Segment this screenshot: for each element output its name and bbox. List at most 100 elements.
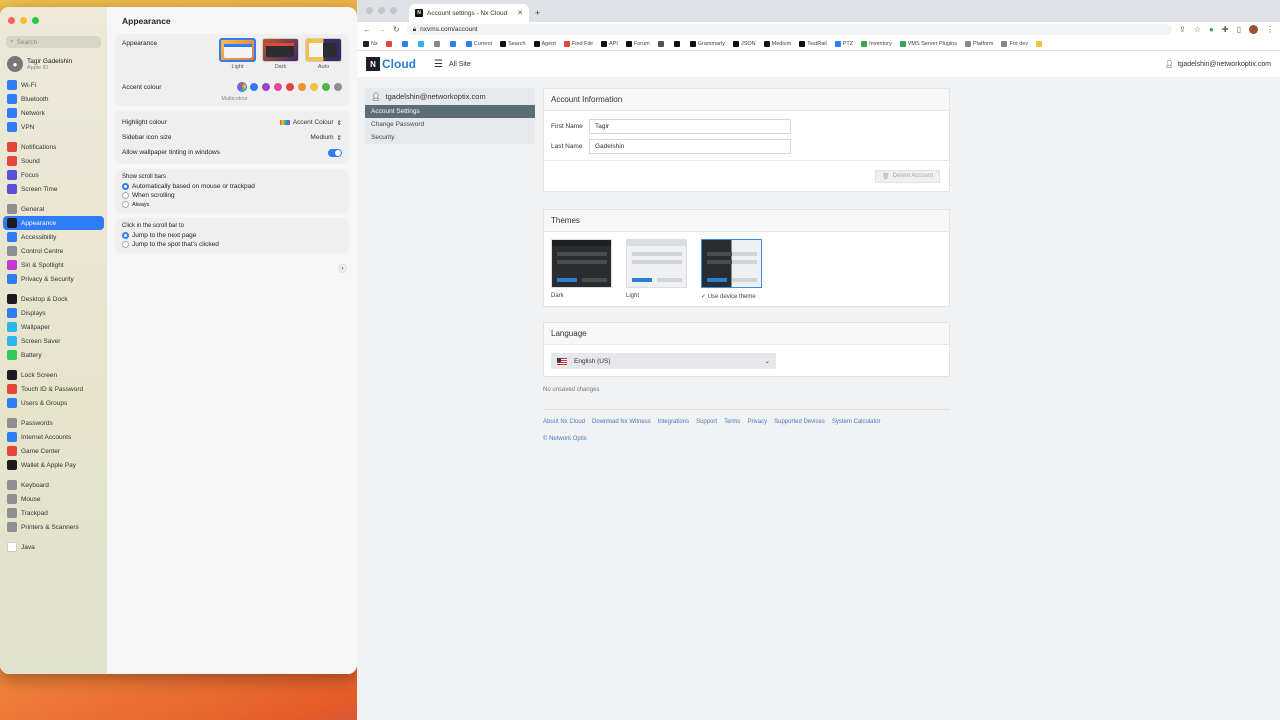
bookmark-item[interactable]: [449, 40, 458, 47]
sidebar-item-battery[interactable]: Battery: [3, 348, 104, 362]
appearance-option-auto[interactable]: Auto: [305, 38, 342, 70]
sidebar-item-passwords[interactable]: Passwords: [3, 416, 104, 430]
sidebar-item-appearance[interactable]: Appearance: [3, 216, 104, 230]
sidebar-item-printers-scanners[interactable]: Printers & Scanners: [3, 520, 104, 534]
sidebar-item-general[interactable]: General: [3, 202, 104, 216]
first-name-field[interactable]: Tagir: [589, 118, 791, 134]
sidebar-item-game-center[interactable]: Game Center: [3, 444, 104, 458]
footer-link[interactable]: Terms: [724, 419, 740, 425]
nav-change-password[interactable]: Change Password: [365, 118, 535, 131]
sidebar-item-displays[interactable]: Displays: [3, 306, 104, 320]
accent-colour-swatch[interactable]: [274, 83, 282, 91]
sidebar-item-keyboard[interactable]: Keyboard: [3, 478, 104, 492]
sidebar-item-lock-screen[interactable]: Lock Screen: [3, 368, 104, 382]
bookmark-item[interactable]: VMS Server Plugins: [899, 40, 957, 47]
close-tab-icon[interactable]: ✕: [517, 9, 523, 17]
scroll-bars-option-scrolling[interactable]: When scrolling: [122, 191, 342, 200]
bookmark-item[interactable]: [673, 40, 682, 47]
bookmark-item[interactable]: [385, 40, 394, 47]
bookmark-item[interactable]: JSON: [732, 40, 756, 47]
nav-security[interactable]: Security: [365, 131, 535, 144]
bookmark-item[interactable]: [417, 40, 426, 47]
accent-colour-swatch[interactable]: [250, 83, 258, 91]
sidebar-item-network[interactable]: Network: [3, 106, 104, 120]
accent-colour-swatch[interactable]: [334, 83, 342, 91]
theme-option-dark[interactable]: Dark: [551, 239, 612, 300]
close-window-button[interactable]: [366, 7, 373, 14]
nav-account-settings[interactable]: Account Settings: [365, 105, 535, 118]
nx-cloud-logo[interactable]: N Cloud: [366, 57, 416, 71]
hamburger-menu-icon[interactable]: ☰: [434, 59, 443, 70]
accent-colour-swatch[interactable]: [310, 83, 318, 91]
sidebar-item-siri-spotlight[interactable]: Siri & Spotlight: [3, 258, 104, 272]
footer-link[interactable]: Download Nx Witness: [592, 419, 651, 425]
tab-account-settings[interactable]: N Account settings - Nx Cloud ✕: [409, 4, 529, 22]
sidebar-item-wallet-apple-pay[interactable]: Wallet & Apple Pay: [3, 458, 104, 472]
bookmark-item[interactable]: Agent: [533, 40, 556, 47]
footer-link[interactable]: System Calculator: [832, 419, 881, 425]
bookmark-item[interactable]: [1036, 40, 1044, 47]
bookmark-item[interactable]: API: [600, 40, 618, 47]
delete-account-button[interactable]: 🗑︎ Delete Account: [875, 169, 940, 183]
accent-colour-swatch[interactable]: [238, 83, 246, 91]
theme-option-device[interactable]: ✓ Use device theme: [701, 239, 762, 300]
scroll-bars-option-auto[interactable]: Automatically based on mouse or trackpad: [122, 182, 342, 191]
bookmark-item[interactable]: For dev: [1001, 40, 1028, 47]
help-button[interactable]: ›: [338, 264, 347, 273]
sidebar-item-mouse[interactable]: Mouse: [3, 492, 104, 506]
bookmark-item[interactable]: [657, 40, 666, 47]
bookmark-item[interactable]: Platform: [964, 40, 993, 47]
sidebar-item-notifications[interactable]: Notifications: [3, 140, 104, 154]
bookmark-item[interactable]: Nx: [363, 40, 378, 47]
kebab-menu-icon[interactable]: ⋮: [1266, 25, 1274, 34]
accent-colour-swatch[interactable]: [286, 83, 294, 91]
last-name-field[interactable]: Gadelshin: [589, 138, 791, 154]
sidebar-item-screen-time[interactable]: Screen Time: [3, 182, 104, 196]
sidebar-item-control-centre[interactable]: Control Centre: [3, 244, 104, 258]
bookmark-item[interactable]: Find File: [563, 40, 593, 47]
sidebar-item-screen-saver[interactable]: Screen Saver: [3, 334, 104, 348]
zoom-window-button[interactable]: [32, 17, 39, 24]
wallpaper-tinting-toggle[interactable]: [328, 148, 342, 157]
sidebar-item-vpn[interactable]: VPN: [3, 120, 104, 134]
accent-colour-swatch[interactable]: [298, 83, 306, 91]
bookmark-item[interactable]: Inventory: [861, 40, 892, 47]
sidebar-item-java[interactable]: Java: [3, 540, 104, 554]
back-icon[interactable]: ←: [363, 25, 371, 34]
accent-colour-swatch[interactable]: [322, 83, 330, 91]
highlight-colour-popup[interactable]: Accent Colour ⇕: [279, 119, 342, 127]
extension-icon[interactable]: ●: [1209, 25, 1214, 34]
footer-link[interactable]: About Nx Cloud: [543, 419, 585, 425]
reload-icon[interactable]: ↻: [393, 25, 400, 34]
site-selector[interactable]: All Site: [449, 61, 471, 68]
appearance-option-dark[interactable]: Dark: [262, 38, 299, 70]
sidebar-item-users-groups[interactable]: Users & Groups: [3, 396, 104, 410]
settings-search-input[interactable]: ⌕ Search: [6, 36, 101, 48]
sidebar-item-accessibility[interactable]: Accessibility: [3, 230, 104, 244]
theme-option-light[interactable]: Light: [626, 239, 687, 300]
bookmark-star-icon[interactable]: ☆: [1194, 25, 1201, 34]
sidebar-item-wallpaper[interactable]: Wallpaper: [3, 320, 104, 334]
bookmark-item[interactable]: Current: [465, 40, 492, 47]
bookmark-item[interactable]: Medium: [763, 40, 791, 47]
profile-avatar[interactable]: [1249, 25, 1258, 34]
header-user-menu[interactable]: 👤︎ tgadelshin@networkoptix.com: [1165, 60, 1271, 69]
sidebar-item-wi-fi[interactable]: Wi-Fi: [3, 78, 104, 92]
bookmark-item[interactable]: [433, 40, 442, 47]
footer-link[interactable]: Privacy: [747, 419, 767, 425]
zoom-window-button[interactable]: [390, 7, 397, 14]
scroll-bars-option-always[interactable]: Always: [122, 200, 342, 209]
sidebar-item-internet-accounts[interactable]: Internet Accounts: [3, 430, 104, 444]
sidebar-icon-size-popup[interactable]: Medium ⇕: [310, 134, 342, 142]
appearance-option-light[interactable]: Light: [219, 38, 256, 70]
footer-link[interactable]: Support: [696, 419, 717, 425]
address-bar[interactable]: 🔒︎ nxvms.com/account: [406, 24, 1173, 35]
sidepanel-icon[interactable]: ▯: [1237, 25, 1241, 34]
share-icon[interactable]: ⇪: [1179, 25, 1186, 34]
sidebar-item-bluetooth[interactable]: Bluetooth: [3, 92, 104, 106]
minimize-window-button[interactable]: [378, 7, 385, 14]
sidebar-item-privacy-security[interactable]: Privacy & Security: [3, 272, 104, 286]
sidebar-item-desktop-dock[interactable]: Desktop & Dock: [3, 292, 104, 306]
click-option-spot[interactable]: Jump to the spot that's clicked: [122, 240, 342, 249]
sidebar-item-touch-id-password[interactable]: Touch ID & Password: [3, 382, 104, 396]
